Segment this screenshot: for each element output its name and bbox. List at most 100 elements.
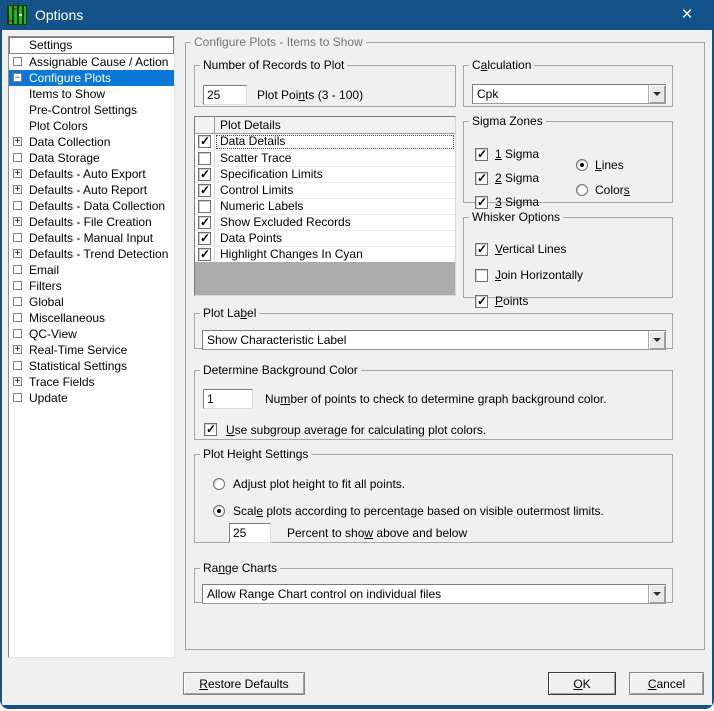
tree-item[interactable]: Global [9, 294, 174, 310]
tree-expand-icon[interactable] [13, 265, 22, 274]
colors-radio[interactable] [576, 184, 588, 196]
tree-item[interactable]: Update [9, 390, 174, 406]
row-label[interactable]: Specification Limits [215, 167, 455, 182]
percent-input[interactable] [229, 523, 271, 543]
row-label[interactable]: Data Details [215, 134, 455, 150]
vertical-lines-checkbox[interactable] [475, 242, 488, 256]
tree-item[interactable]: Items to Show [9, 86, 174, 102]
tree-expand-icon[interactable] [13, 137, 22, 146]
adjust-height-radio[interactable] [213, 478, 225, 490]
plot-details-row[interactable]: Numeric Labels [195, 198, 455, 214]
sigma2-checkbox[interactable] [475, 171, 488, 185]
tree-item[interactable]: Defaults - Auto Export [9, 166, 174, 182]
records-input[interactable] [203, 85, 247, 105]
tree-item-label: Trace Fields [29, 375, 95, 389]
tree-item[interactable]: Defaults - Auto Report [9, 182, 174, 198]
row-checkbox[interactable] [198, 200, 211, 213]
tree-item[interactable]: Data Collection [9, 134, 174, 150]
tree-expand-icon[interactable] [13, 217, 22, 226]
tree-expand-icon[interactable] [13, 281, 22, 290]
restore-defaults-button[interactable]: Restore Defaults [183, 672, 305, 695]
join-horizontally-checkbox[interactable] [475, 269, 488, 282]
row-checkbox[interactable] [198, 183, 211, 197]
ok-button[interactable]: OK [548, 672, 616, 695]
tree-item[interactable]: Defaults - Trend Detection [9, 246, 174, 262]
sigma3-label[interactable]: 3 Sigma [495, 196, 539, 209]
tree-item[interactable]: Defaults - File Creation [9, 214, 174, 230]
tree-expand-icon[interactable] [13, 201, 22, 210]
cancel-button[interactable]: Cancel [629, 672, 704, 695]
sigma2-label[interactable]: 2 Sigma [495, 172, 539, 185]
row-label[interactable]: Show Excluded Records [215, 215, 455, 230]
row-label[interactable]: Numeric Labels [215, 199, 455, 214]
tree-expand-icon[interactable] [13, 377, 22, 386]
tree-item[interactable]: Real-Time Service [9, 342, 174, 358]
row-checkbox[interactable] [198, 215, 211, 229]
tree-item[interactable]: Data Storage [9, 150, 174, 166]
tree-expand-icon[interactable] [13, 233, 22, 242]
sigma1-label[interactable]: 1 Sigma [495, 148, 539, 161]
tree-expand-icon[interactable] [13, 393, 22, 402]
subgroup-average-checkbox[interactable] [204, 422, 217, 436]
tree-expand-icon[interactable] [13, 73, 22, 82]
row-checkbox[interactable] [198, 134, 211, 148]
subgroup-average-label[interactable]: Use subgroup average for calculating plo… [226, 424, 486, 437]
plot-label-select[interactable]: Show Characteristic Label [202, 330, 666, 350]
tree-expand-icon[interactable] [13, 169, 22, 178]
close-button[interactable]: × [666, 0, 708, 30]
tree-expand-icon[interactable] [13, 185, 22, 194]
sigma1-checkbox[interactable] [475, 147, 488, 161]
plot-label-dropdown-button[interactable] [648, 331, 665, 349]
tree-expand-icon[interactable] [13, 297, 22, 306]
lines-label[interactable]: Lines [595, 159, 624, 172]
row-checkbox[interactable] [198, 152, 211, 165]
plot-details-row[interactable]: Highlight Changes In Cyan [195, 246, 455, 262]
adjust-height-label[interactable]: Adjust plot height to fit all points. [233, 478, 405, 491]
tree-expand-icon[interactable] [13, 313, 22, 322]
lines-radio[interactable] [576, 159, 588, 171]
range-charts-select[interactable]: Allow Range Chart control on individual … [202, 584, 666, 604]
tree-expand-icon[interactable] [13, 57, 22, 66]
tree-item[interactable]: Assignable Cause / Action [9, 54, 174, 70]
plot-details-row[interactable]: Data Points [195, 230, 455, 246]
calculation-dropdown-button[interactable] [648, 85, 665, 103]
tree-item[interactable]: Trace Fields [9, 374, 174, 390]
tree-item[interactable]: Plot Colors [9, 118, 174, 134]
tree-item[interactable]: Defaults - Manual Input [9, 230, 174, 246]
tree-expand-icon[interactable] [13, 249, 22, 258]
plot-details-row[interactable]: Scatter Trace [195, 150, 455, 166]
colors-label[interactable]: Colors [595, 184, 630, 197]
tree-item-label: Defaults - Auto Report [29, 183, 148, 197]
points-count-input[interactable] [203, 389, 253, 409]
range-charts-dropdown-button[interactable] [648, 585, 665, 603]
tree-item[interactable]: Filters [9, 278, 174, 294]
vertical-lines-label[interactable]: Vertical Lines [495, 243, 566, 256]
row-label[interactable]: Data Points [215, 231, 455, 246]
tree-item[interactable]: Email [9, 262, 174, 278]
tree-item[interactable]: QC-View [9, 326, 174, 342]
tree-expand-icon[interactable] [13, 361, 22, 370]
plot-details-row[interactable]: Control Limits [195, 182, 455, 198]
plot-details-row[interactable]: Specification Limits [195, 166, 455, 182]
tree-item[interactable]: Configure Plots [9, 70, 174, 86]
join-horizontally-label[interactable]: Join Horizontally [495, 269, 583, 282]
tree-expand-icon[interactable] [13, 153, 22, 162]
row-checkbox[interactable] [198, 167, 211, 181]
tree-item[interactable]: Statistical Settings [9, 358, 174, 374]
tree-expand-icon[interactable] [13, 345, 22, 354]
row-checkbox[interactable] [198, 231, 211, 245]
tree-item[interactable]: Miscellaneous [9, 310, 174, 326]
row-label[interactable]: Highlight Changes In Cyan [215, 247, 455, 262]
tree-item[interactable]: Pre-Control Settings [9, 102, 174, 118]
tree-item[interactable]: Defaults - Data Collection [9, 198, 174, 214]
row-checkbox[interactable] [198, 247, 211, 261]
plot-details-row[interactable]: Show Excluded Records [195, 214, 455, 230]
row-label[interactable]: Control Limits [215, 183, 455, 198]
scale-percentage-radio[interactable] [213, 505, 225, 517]
sigma3-checkbox[interactable] [475, 195, 488, 209]
calculation-select[interactable]: Cpk [472, 84, 666, 104]
row-label[interactable]: Scatter Trace [215, 151, 455, 166]
tree-expand-icon[interactable] [13, 329, 22, 338]
scale-percentage-label[interactable]: Scale plots according to percentage base… [233, 505, 604, 518]
plot-details-row[interactable]: Data Details [195, 134, 455, 150]
